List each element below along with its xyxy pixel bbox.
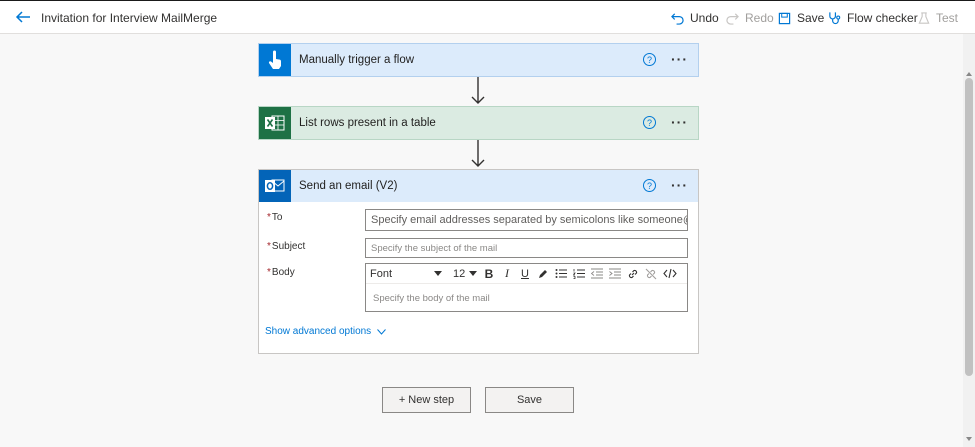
to-label-text: To — [271, 212, 283, 223]
to-placeholder: Specify email addresses separated by sem… — [371, 214, 688, 226]
step-header-trigger[interactable]: Manually trigger a flow ? ··· — [259, 44, 698, 76]
code-view-icon[interactable] — [660, 266, 680, 282]
unlink-icon[interactable] — [642, 266, 660, 282]
step-card-trigger: Manually trigger a flow ? ··· — [258, 43, 699, 77]
step-header-excel[interactable]: List rows present in a table ? ··· — [259, 107, 698, 139]
step-header-send-email[interactable]: Send an email (V2) ? ··· — [259, 170, 698, 202]
decrease-indent-icon[interactable] — [588, 266, 606, 282]
flow-checker-button[interactable]: Flow checker — [828, 9, 918, 27]
body-label: *Body — [267, 267, 295, 278]
test-label: Test — [936, 11, 959, 25]
subject-input[interactable]: Specify the subject of the mail — [365, 238, 688, 258]
font-size-label: 12 — [453, 267, 466, 280]
subject-label-text: Subject — [271, 241, 306, 252]
save-icon — [778, 12, 791, 24]
numbered-list-icon[interactable] — [570, 266, 588, 282]
undo-button[interactable]: Undo — [671, 9, 719, 27]
step-title: Send an email (V2) — [299, 180, 398, 192]
touch-hand-icon — [259, 44, 291, 76]
subject-placeholder: Specify the subject of the mail — [371, 242, 498, 254]
redo-button[interactable]: Redo — [726, 9, 774, 27]
caret-down-icon — [469, 271, 477, 276]
test-button[interactable]: Test — [918, 9, 958, 27]
stethoscope-icon — [829, 12, 841, 25]
outlook-icon — [259, 170, 291, 202]
highlight-pen-icon[interactable] — [534, 266, 552, 282]
italic-icon[interactable]: I — [498, 266, 516, 282]
undo-icon — [671, 12, 684, 25]
scroll-down-icon[interactable] — [966, 437, 972, 441]
vertical-scrollbar[interactable] — [963, 34, 975, 447]
bold-icon[interactable]: B — [480, 266, 498, 282]
redo-icon — [726, 12, 739, 25]
link-icon[interactable] — [624, 266, 642, 282]
show-advanced-options-link[interactable]: Show advanced options — [265, 326, 387, 337]
redo-label: Redo — [745, 11, 774, 25]
rich-text-toolbar: Font 12 B I U — [366, 264, 687, 284]
body-label-text: Body — [271, 267, 295, 278]
connector-arrow-icon — [471, 77, 485, 104]
connector-arrow-icon — [471, 140, 485, 167]
help-icon[interactable]: ? — [643, 53, 656, 66]
help-icon[interactable]: ? — [643, 179, 656, 192]
more-options-icon[interactable]: ··· — [671, 115, 688, 129]
save-command-button[interactable]: Save — [778, 9, 824, 27]
font-size-dropdown[interactable]: 12 — [450, 266, 480, 282]
to-label: *To — [267, 212, 282, 223]
step-title: Manually trigger a flow — [299, 54, 415, 66]
body-placeholder: Specify the body of the mail — [373, 293, 490, 304]
font-dropdown[interactable]: Font — [370, 266, 446, 282]
more-options-icon[interactable]: ··· — [671, 178, 688, 192]
flow-checker-label: Flow checker — [847, 11, 918, 25]
save-command-label: Save — [797, 11, 825, 25]
excel-icon — [259, 107, 291, 139]
step-title: List rows present in a table — [299, 117, 436, 129]
more-options-icon[interactable]: ··· — [671, 52, 688, 66]
flow-title: Invitation for Interview MailMerge — [41, 11, 218, 25]
step-card-send-email: Send an email (V2) ? ··· *To Specify ema… — [258, 169, 699, 354]
subject-label: *Subject — [267, 241, 305, 252]
body-editor[interactable]: Font 12 B I U Specify the body of the ma… — [365, 263, 688, 312]
back-arrow-icon[interactable] — [14, 8, 32, 26]
flask-icon — [918, 11, 930, 24]
command-bar: Invitation for Interview MailMerge Undo … — [0, 0, 975, 34]
required-mark: * — [267, 267, 271, 278]
required-mark: * — [267, 241, 271, 252]
caret-down-icon — [434, 271, 442, 276]
chevron-down-icon — [377, 328, 387, 335]
save-button[interactable]: Save — [485, 387, 574, 413]
increase-indent-icon[interactable] — [606, 266, 624, 282]
show-advanced-options-label: Show advanced options — [265, 326, 372, 337]
font-dropdown-label: Font — [370, 267, 393, 280]
underline-icon[interactable]: U — [516, 266, 534, 282]
to-input[interactable]: Specify email addresses separated by sem… — [365, 209, 688, 231]
scroll-up-icon[interactable] — [966, 72, 972, 76]
required-mark: * — [267, 212, 271, 223]
help-icon[interactable]: ? — [643, 116, 656, 129]
new-step-button[interactable]: + New step — [382, 387, 471, 413]
undo-label: Undo — [690, 11, 719, 25]
scroll-thumb[interactable] — [965, 78, 973, 376]
bullet-list-icon[interactable] — [552, 266, 570, 282]
step-card-excel: List rows present in a table ? ··· — [258, 106, 699, 140]
